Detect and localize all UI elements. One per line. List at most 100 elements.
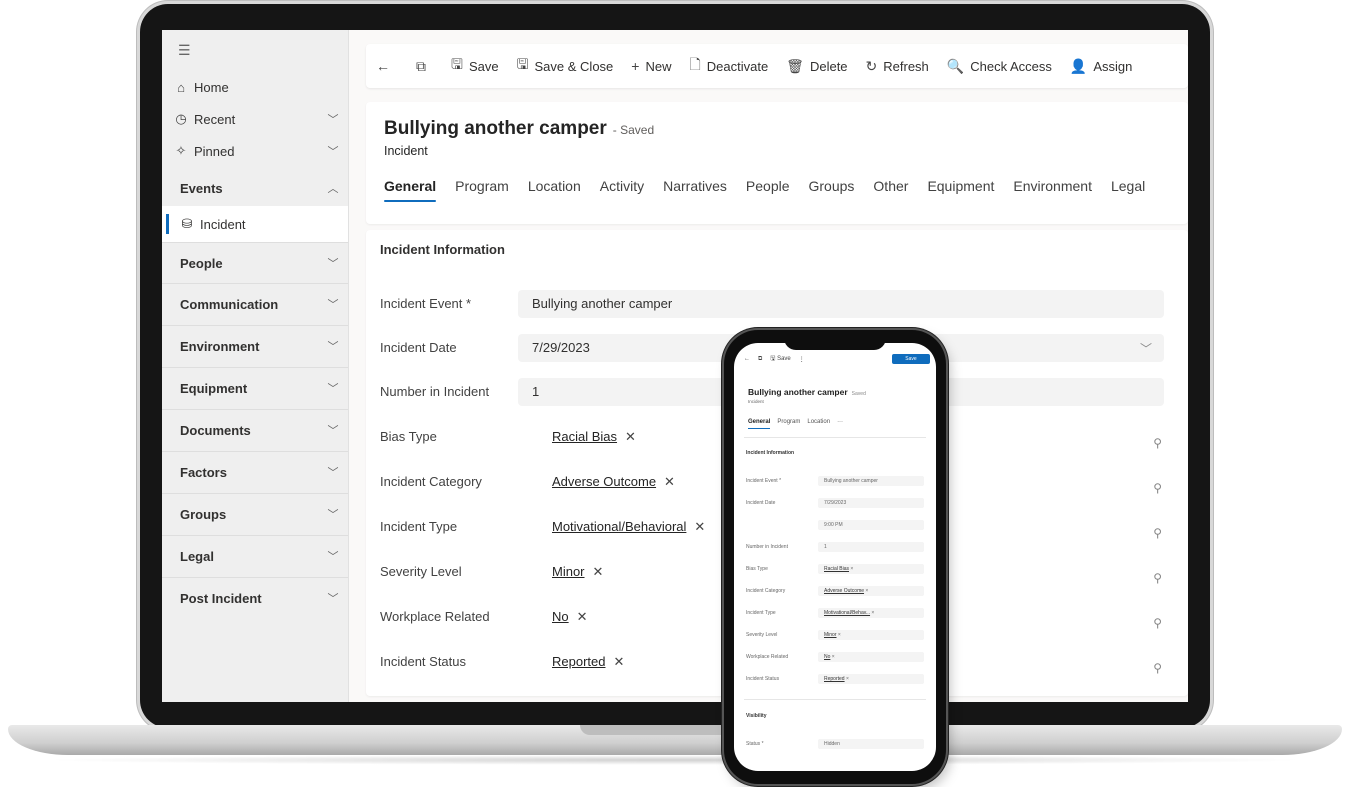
new-button[interactable]: + New: [622, 44, 680, 88]
chevron-down-icon[interactable]: ﹀: [1140, 335, 1152, 363]
remove-tag-icon[interactable]: ✕: [694, 519, 705, 534]
sidebar-item-recent[interactable]: ◷ Recent ﹀: [162, 104, 348, 134]
assign-button[interactable]: 👤 Assign: [1061, 44, 1141, 88]
chevron-down-icon[interactable]: ﹀: [318, 111, 348, 127]
phone-field-value[interactable]: Adverse Outcome ×: [818, 586, 924, 596]
lookup-tag[interactable]: Motivational/Behavioral: [552, 519, 686, 534]
sidebar-group-factors[interactable]: Factors ﹀: [162, 451, 348, 492]
back-arrow-icon[interactable]: ←: [744, 356, 750, 362]
search-icon[interactable]: ⚲: [1153, 564, 1162, 592]
phone-field-value[interactable]: 9:00 PM: [818, 520, 924, 530]
popout-button[interactable]: ⧉: [406, 44, 442, 88]
tab-narratives[interactable]: Narratives: [663, 178, 727, 202]
phone-lookup-tag[interactable]: No: [824, 654, 830, 660]
phone-tab-program[interactable]: Program: [777, 419, 800, 429]
phone-primary-save-button[interactable]: Save: [892, 354, 930, 364]
sidebar-group-events[interactable]: Events ︿: [162, 168, 348, 208]
chevron-down-icon[interactable]: ﹀: [318, 464, 348, 480]
sidebar-item-pinned[interactable]: ✧ Pinned ﹀: [162, 136, 348, 166]
tab-groups[interactable]: Groups: [809, 178, 855, 202]
lookup-tag[interactable]: Racial Bias: [552, 429, 617, 444]
sidebar-group-groups[interactable]: Groups ﹀: [162, 493, 348, 534]
chevron-up-icon[interactable]: ︿: [318, 180, 348, 196]
chevron-down-icon[interactable]: ﹀: [318, 296, 348, 312]
phone-lookup-tag[interactable]: Reported: [824, 676, 845, 682]
phone-lookup-tag[interactable]: Motivational/Behav...: [824, 610, 870, 616]
divider: [744, 437, 926, 438]
phone-lookup-tag[interactable]: Adverse Outcome: [824, 588, 864, 594]
sidebar-group-label: Communication: [180, 296, 279, 312]
more-icon[interactable]: ⋮: [799, 356, 805, 363]
sidebar-group-communication[interactable]: Communication ﹀: [162, 283, 348, 324]
tab-activity[interactable]: Activity: [600, 178, 644, 202]
chevron-down-icon[interactable]: ﹀: [318, 338, 348, 354]
phone-save-button[interactable]: 🖫 Save: [770, 354, 790, 364]
save-and-close-button[interactable]: 🖫 Save & Close: [508, 44, 623, 88]
sidebar-group-documents[interactable]: Documents ﹀: [162, 409, 348, 450]
phone-field-value[interactable]: Reported ×: [818, 674, 924, 684]
sidebar-group-legal[interactable]: Legal ﹀: [162, 535, 348, 576]
phone-status-value[interactable]: Hidden: [818, 739, 924, 749]
chevron-down-icon[interactable]: ﹀: [318, 548, 348, 564]
phone-tab-location[interactable]: Location: [807, 419, 830, 429]
search-icon[interactable]: ⚲: [1153, 519, 1162, 547]
save-button[interactable]: 🖫 Save: [442, 44, 508, 88]
sidebar-item-incident[interactable]: ⛁ Incident: [162, 206, 348, 242]
tab-environment[interactable]: Environment: [1013, 178, 1092, 202]
search-icon[interactable]: ⚲: [1153, 654, 1162, 682]
tab-general[interactable]: General: [384, 178, 437, 202]
refresh-button[interactable]: ↻ Refresh: [857, 44, 938, 88]
remove-tag-icon[interactable]: ✕: [625, 429, 636, 444]
chevron-down-icon[interactable]: ﹀: [318, 590, 348, 606]
tab-other[interactable]: Other: [873, 178, 908, 202]
phone-field-value[interactable]: Motivational/Behav... ×: [818, 608, 924, 618]
incident-event-input[interactable]: Bullying another camper: [518, 290, 1164, 318]
home-icon: ⌂: [177, 79, 185, 95]
chevron-down-icon[interactable]: ﹀: [318, 506, 348, 522]
sidebar-group-equipment[interactable]: Equipment ﹀: [162, 367, 348, 408]
sidebar-group-label: Factors: [180, 464, 227, 480]
phone-field-value[interactable]: 7/29/2023: [818, 498, 924, 508]
search-icon[interactable]: ⚲: [1153, 609, 1162, 637]
hamburger-menu-icon[interactable]: ☰: [178, 42, 191, 59]
phone-tab-general[interactable]: General: [748, 419, 771, 429]
chevron-down-icon[interactable]: ﹀: [318, 143, 348, 159]
popout-icon[interactable]: ⧉: [758, 356, 762, 363]
phone-field-value[interactable]: 1: [818, 542, 924, 552]
phone-field-label: Status *: [746, 741, 764, 747]
remove-tag-icon[interactable]: ✕: [593, 564, 604, 579]
phone-field-value[interactable]: No ×: [818, 652, 924, 662]
lookup-tag[interactable]: No: [552, 609, 569, 624]
sidebar-group-post-incident[interactable]: Post Incident ﹀: [162, 577, 348, 618]
remove-tag-icon[interactable]: ✕: [613, 654, 624, 669]
lookup-tag[interactable]: Reported: [552, 654, 605, 669]
phone-lookup-tag[interactable]: Racial Bias: [824, 566, 849, 572]
tab-program[interactable]: Program: [455, 178, 509, 202]
lookup-tag[interactable]: Minor: [552, 564, 585, 579]
lookup-tag[interactable]: Adverse Outcome: [552, 474, 656, 489]
tab-location[interactable]: Location: [528, 178, 581, 202]
check-access-button[interactable]: 🔍 Check Access: [938, 44, 1061, 88]
phone-field-value[interactable]: Racial Bias ×: [818, 564, 924, 574]
sidebar-group-environment[interactable]: Environment ﹀: [162, 325, 348, 366]
chevron-down-icon[interactable]: ﹀: [318, 422, 348, 438]
tab-people[interactable]: People: [746, 178, 790, 202]
chevron-down-icon[interactable]: ﹀: [318, 380, 348, 396]
back-button[interactable]: ←: [366, 44, 406, 88]
tab-equipment[interactable]: Equipment: [927, 178, 994, 202]
tab-legal[interactable]: Legal: [1111, 178, 1145, 202]
phone-tab-more[interactable]: ···: [837, 419, 843, 429]
chevron-down-icon[interactable]: ﹀: [318, 255, 348, 271]
phone-lookup-tag[interactable]: Minor: [824, 632, 837, 638]
search-icon[interactable]: ⚲: [1153, 474, 1162, 502]
phone-field-value[interactable]: Minor ×: [818, 630, 924, 640]
sidebar-group-people[interactable]: People ﹀: [162, 242, 348, 283]
search-icon[interactable]: ⚲: [1153, 429, 1162, 457]
delete-button[interactable]: 🗑 Delete: [777, 44, 856, 88]
phone-field-label: Workplace Related: [746, 654, 789, 660]
remove-tag-icon[interactable]: ✕: [577, 609, 588, 624]
sidebar-item-home[interactable]: ⌂ Home: [162, 72, 348, 102]
remove-tag-icon[interactable]: ✕: [664, 474, 675, 489]
deactivate-button[interactable]: 🗋 Deactivate: [680, 44, 777, 88]
phone-field-value[interactable]: Bullying another camper: [818, 476, 924, 486]
